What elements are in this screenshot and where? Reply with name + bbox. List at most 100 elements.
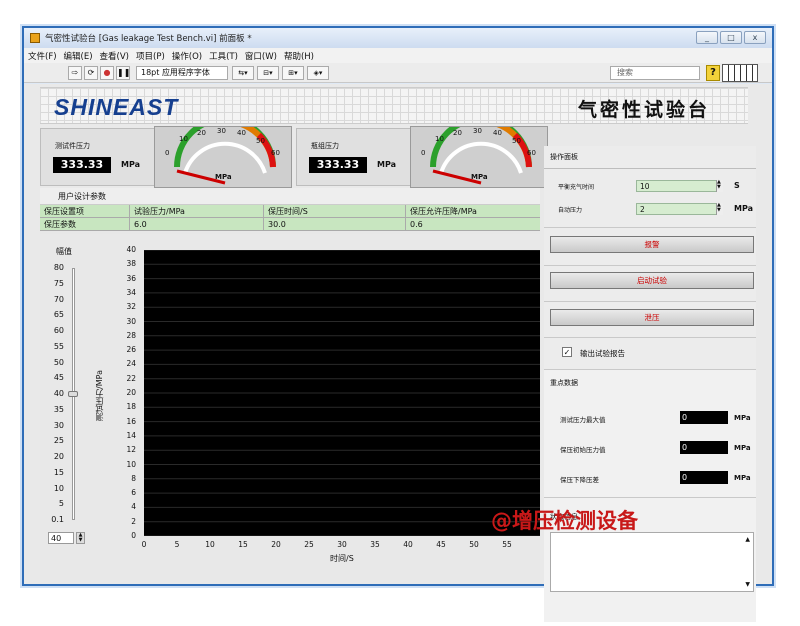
initial-pressure-display: 0: [680, 441, 728, 454]
font-select[interactable]: 18pt 应用程序字体: [136, 65, 228, 80]
y-axis-label: 测试压力/MPa: [95, 370, 104, 421]
balance-time-spinner[interactable]: ▲ ▼: [716, 180, 723, 192]
maximize-button[interactable]: □: [720, 31, 742, 44]
run-arrow-icon[interactable]: ⇨: [68, 65, 82, 80]
max-pressure-display: 0: [680, 411, 728, 424]
test-pressure-unit: MPa: [121, 160, 141, 169]
test-pressure-display: 333.33: [53, 157, 111, 173]
slider-spinner[interactable]: ▲ ▼: [76, 532, 85, 544]
pause-icon[interactable]: ❚❚: [116, 65, 130, 80]
window-title: 气密性试验台 [Gas leakage Test Bench.vi] 前面板 *: [45, 34, 252, 44]
x-tick-label: 5: [174, 540, 180, 549]
slider-tick-label: 0.1: [51, 515, 64, 524]
relief-section: 泄压: [544, 302, 756, 338]
x-tick-label: 30: [337, 540, 347, 549]
table-cell[interactable]: 6.0: [130, 218, 264, 230]
balance-time-input[interactable]: 10: [636, 180, 722, 192]
page-title: 气密性试验台: [577, 99, 710, 121]
front-panel: SHINEAST 气密性试验台 测试件压力 333.33 MPa 0 10 20…: [24, 84, 772, 622]
menu-tools[interactable]: 工具(T): [209, 50, 238, 62]
menu-file[interactable]: 文件(F): [28, 50, 57, 62]
y-tick-label: 24: [126, 359, 136, 369]
y-tick-label: 16: [126, 416, 136, 426]
y-tick-label: 14: [126, 430, 136, 440]
distribute-icon[interactable]: ⊟▾: [257, 65, 279, 80]
test-pressure-gauge: 0 10 20 30 40 50 60 MPa: [154, 116, 292, 188]
x-tick-label: 50: [469, 540, 479, 549]
step-pressure-input[interactable]: 2: [636, 203, 722, 215]
step-pressure-spinner[interactable]: ▲ ▼: [716, 203, 723, 215]
scroll-down-icon[interactable]: ▼: [745, 581, 750, 588]
slider-tick-label: 35: [53, 404, 64, 414]
slider-handle[interactable]: [68, 391, 78, 398]
status-textarea[interactable]: ▲ ▼: [550, 532, 754, 592]
menu-view[interactable]: 查看(V): [100, 50, 129, 62]
x-tick-label: 35: [370, 540, 380, 549]
design-params-table: 用户设计参数 保压设置项 试验压力/MPa 保压时间/S 保压允许压降/MPa …: [40, 188, 540, 234]
amplitude-slider: 幅值 80 75 70 65 60 55 50 45 40 35 30 25 20 15 10 5 0.1 40…: [44, 246, 85, 546]
y-tick-label: 32: [126, 302, 136, 312]
slider-tick-label: 80: [53, 263, 64, 272]
menu-edit[interactable]: 编辑(E): [64, 50, 93, 62]
ops-section: 操作面板 平衡充气时间 10 ▲ ▼ S 自动压力 2 ▲ ▼ MPa: [544, 146, 756, 228]
align-icon[interactable]: ⇆▾: [232, 65, 254, 80]
pressure-drop-display: 0: [680, 471, 728, 484]
slider-value-input[interactable]: 40: [48, 532, 74, 544]
resize-icon[interactable]: ⊞▾: [282, 65, 304, 80]
y-tick-label: 4: [131, 502, 136, 512]
help-icon[interactable]: ?: [706, 65, 720, 81]
table-cell[interactable]: 30.0: [264, 218, 406, 230]
minimize-button[interactable]: _: [696, 31, 718, 44]
y-tick-label: 34: [126, 287, 136, 297]
bottle-pressure-label: 瓶组压力: [311, 142, 339, 150]
bottle-pressure-unit: MPa: [377, 160, 397, 169]
balance-time-label: 平衡充气时间: [558, 184, 595, 191]
y-tick-label: 20: [126, 388, 136, 397]
close-button[interactable]: x: [744, 31, 766, 44]
y-tick-label: 36: [126, 273, 136, 283]
gauge-tick-30: 30: [473, 127, 482, 135]
gauge-tick-10: 10: [435, 135, 444, 143]
table-header-cell: 保压设置项: [40, 205, 130, 217]
x-tick-label: 10: [205, 540, 215, 549]
step-pressure-label: 自动压力: [558, 207, 583, 214]
toolbar: ⇨ ⟳ ● ❚❚ 18pt 应用程序字体 ⇆▾ ⊟▾ ⊞▾ ◈▾ 搜索 ?: [24, 63, 772, 83]
run-continuous-icon[interactable]: ⟳: [84, 65, 98, 80]
y-tick-label: 18: [126, 402, 136, 412]
start-test-button[interactable]: 启动试验: [550, 272, 754, 289]
max-pressure-unit: MPa: [734, 414, 751, 422]
slider-tick-label: 65: [53, 310, 64, 320]
pressure-relief-button[interactable]: 泄压: [550, 309, 754, 326]
gauge-tick-40: 40: [237, 129, 246, 137]
connector-pane-icon[interactable]: [722, 64, 758, 82]
reorder-icon[interactable]: ◈▾: [307, 65, 329, 80]
menu-operate[interactable]: 操作(O): [172, 50, 202, 62]
initial-pressure-label: 保压初始压力值: [560, 446, 606, 454]
gauge-unit: MPa: [215, 173, 232, 181]
x-tick-label: 40: [403, 540, 413, 549]
slider-tick-label: 5: [58, 499, 64, 509]
slider-tick-label: 50: [53, 357, 64, 367]
table-cell[interactable]: 0.6: [406, 218, 540, 230]
report-checkbox[interactable]: ✓: [562, 347, 572, 357]
bottle-pressure-display: 333.33: [309, 157, 367, 173]
bottle-pressure-panel: 瓶组压力 333.33 MPa: [296, 128, 414, 186]
scroll-up-icon[interactable]: ▲: [745, 536, 750, 543]
gauge-unit: MPa: [471, 173, 488, 181]
slider-tick-label: 20: [53, 452, 64, 461]
key-data-title: 重点数据: [550, 379, 578, 387]
y-tick-label: 12: [126, 445, 136, 455]
menu-help[interactable]: 帮助(H): [284, 50, 314, 62]
abort-icon[interactable]: ●: [100, 65, 114, 80]
alarm-button[interactable]: 报警: [550, 236, 754, 253]
search-input[interactable]: 搜索: [610, 66, 700, 80]
watermark: @增压检测设备: [491, 509, 638, 533]
gauge-tick-0: 0: [165, 149, 170, 157]
table-row: 保压参数 6.0 30.0 0.6: [40, 218, 540, 231]
y-tick-label: 8: [131, 473, 136, 483]
menu-project[interactable]: 项目(P): [136, 50, 165, 62]
menu-window[interactable]: 窗口(W): [245, 50, 277, 62]
test-pressure-label: 测试件压力: [55, 142, 90, 150]
key-data-section: 重点数据 测试压力最大值 0 MPa 保压初始压力值 0 MPa 保压下降压差 …: [544, 370, 756, 498]
y-tick-label: 0: [131, 531, 136, 540]
